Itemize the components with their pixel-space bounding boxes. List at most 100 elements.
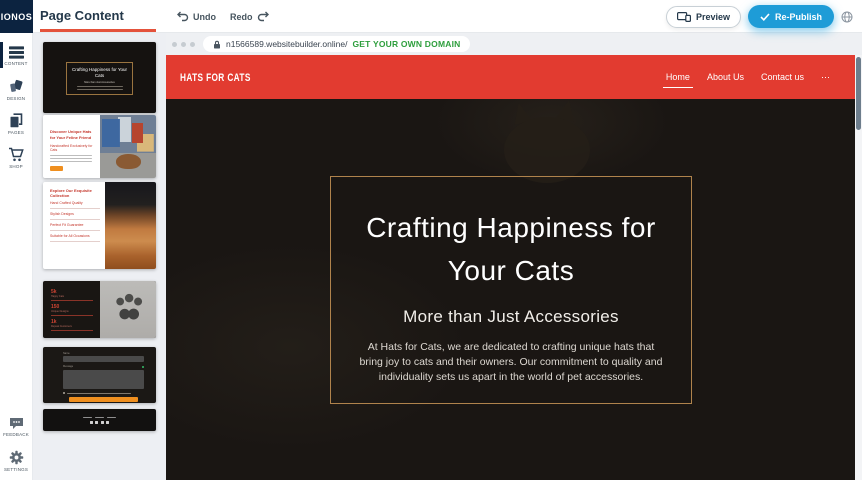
thumb-cat-image xyxy=(105,182,156,269)
site-header: HATS FOR CATS Home About Us Contact us ⋯ xyxy=(166,55,855,99)
hero-subheading[interactable]: More than Just Accessories xyxy=(403,307,619,327)
globe-icon[interactable] xyxy=(841,11,853,23)
thumb-collection-heading: Explore Our Exquisite Collection xyxy=(50,188,100,198)
thumb-text-placeholder xyxy=(67,86,132,90)
thumb-hero-subheading: More than Just Accessories xyxy=(84,81,115,84)
section-thumbnail-feature[interactable]: Discover Unique Hats for Your Feline Fri… xyxy=(43,115,156,178)
nav-item-contact[interactable]: Contact us xyxy=(761,72,804,82)
address-bar[interactable]: n1566589.websitebuilder.online/ GET YOUR… xyxy=(203,36,470,52)
browser-chrome-bar: n1566589.websitebuilder.online/ GET YOUR… xyxy=(166,33,862,55)
redo-label: Redo xyxy=(230,12,253,22)
hero-heading-line2: Your Cats xyxy=(366,249,656,292)
thumb-collection-item: Stylish Designs xyxy=(50,209,100,220)
thumb-collection-item-label: Hand Crafted Quality xyxy=(50,201,100,205)
section-thumbnail-collection[interactable]: Explore Our Exquisite Collection Hand Cr… xyxy=(43,182,156,269)
stat-item: 5k Happy Cats xyxy=(51,289,100,301)
pages-icon xyxy=(9,113,23,128)
thumb-feature-subheading: Handcrafted Exclusively for Cats xyxy=(50,144,95,152)
canvas-scrollbar[interactable] xyxy=(855,55,862,480)
social-icon xyxy=(106,421,109,424)
preview-button[interactable]: Preview xyxy=(666,6,741,28)
thumb-collection-item: Perfect Fit Guarantee xyxy=(50,220,100,231)
thumb-collection-item-label: Suitable for All Occasions xyxy=(50,234,100,238)
site-viewport: HATS FOR CATS Home About Us Contact us ⋯… xyxy=(166,55,855,480)
sidebar: IONOS CONTENT DESIGN PAGES xyxy=(0,0,33,480)
editor-canvas: n1566589.websitebuilder.online/ GET YOUR… xyxy=(166,33,862,480)
sidebar-item-design[interactable]: DESIGN xyxy=(0,73,32,107)
hero-framed-box: Crafting Happiness for Your Cats More th… xyxy=(330,176,692,404)
dog-shape xyxy=(116,154,142,169)
website-builder-app: IONOS CONTENT DESIGN PAGES xyxy=(0,0,862,480)
hero-section[interactable]: Crafting Happiness for Your Cats More th… xyxy=(166,99,855,480)
content-icon xyxy=(9,46,24,59)
thumb-feature-image xyxy=(100,115,156,178)
feedback-icon xyxy=(9,417,24,430)
lock-icon xyxy=(213,40,221,49)
devices-icon xyxy=(677,12,691,22)
form-name-input xyxy=(63,356,144,362)
sidebar-item-label: FEEDBACK xyxy=(3,432,29,437)
undo-redo-group: Undo Redo xyxy=(176,0,270,33)
form-consent-row xyxy=(63,392,144,394)
thumb-text-placeholder xyxy=(50,155,95,162)
nav-item-home[interactable]: Home xyxy=(666,72,690,82)
thumb-collection-item: Suitable for All Occasions xyxy=(50,231,100,242)
thumb-collection-text: Explore Our Exquisite Collection Hand Cr… xyxy=(43,182,105,269)
cart-icon xyxy=(8,147,24,162)
ionos-logo: IONOS xyxy=(0,0,33,33)
form-submit-button xyxy=(69,397,137,402)
thumb-pawprint-image xyxy=(100,281,156,338)
sidebar-item-shop[interactable]: SHOP xyxy=(0,141,32,175)
republish-button[interactable]: Re-Publish xyxy=(748,5,834,28)
section-thumbnail-stats[interactable]: 5k Happy Cats 150 Unique Designs 1k Repe… xyxy=(43,281,156,338)
form-name-label: Name xyxy=(63,352,144,355)
redo-button[interactable]: Redo xyxy=(230,11,270,22)
footer-links-placeholder xyxy=(83,417,116,419)
thumb-collection-item-label: Stylish Designs xyxy=(50,212,100,216)
sidebar-item-feedback[interactable]: FEEDBACK xyxy=(0,410,32,444)
sidebar-item-settings[interactable]: SETTINGS xyxy=(0,444,32,478)
sidebar-item-content[interactable]: CONTENT xyxy=(0,39,32,73)
site-url: n1566589.websitebuilder.online/ xyxy=(226,39,347,49)
thumb-stats-text: 5k Happy Cats 150 Unique Designs 1k Repe… xyxy=(43,281,100,338)
gear-icon xyxy=(9,450,24,465)
undo-button[interactable]: Undo xyxy=(176,11,216,22)
thumb-feature-text: Discover Unique Hats for Your Feline Fri… xyxy=(43,115,100,178)
check-icon xyxy=(760,13,770,21)
form-message-label: Message xyxy=(63,365,73,368)
scrollbar-thumb[interactable] xyxy=(856,57,861,130)
sidebar-item-label: PAGES xyxy=(8,130,24,135)
window-dots xyxy=(172,42,195,47)
hero-body-text[interactable]: At Hats for Cats, we are dedicated to cr… xyxy=(355,340,667,385)
nav-item-about[interactable]: About Us xyxy=(707,72,744,82)
thumb-collection-item-label: Perfect Fit Guarantee xyxy=(50,223,100,227)
sidebar-item-label: SETTINGS xyxy=(4,467,28,472)
undo-label: Undo xyxy=(193,12,216,22)
cat-silhouette xyxy=(504,117,590,183)
get-domain-link[interactable]: GET YOUR OWN DOMAIN xyxy=(352,39,460,49)
panel-title-underline xyxy=(40,29,156,32)
stat-label: Happy Cats xyxy=(51,295,100,298)
hero-heading[interactable]: Crafting Happiness for Your Cats xyxy=(366,206,656,292)
section-thumbnail-footer[interactable] xyxy=(43,409,156,431)
redo-icon xyxy=(257,11,270,22)
sidebar-item-label: DESIGN xyxy=(7,96,25,101)
thumb-collection-item: Hand Crafted Quality xyxy=(50,198,100,209)
required-marker xyxy=(142,366,144,368)
section-thumbnail-hero[interactable]: Crafting Happiness for Your Cats More th… xyxy=(43,42,156,113)
sidebar-bottom: FEEDBACK SETTINGS xyxy=(0,410,32,478)
toolbar-actions: Preview Re-Publish xyxy=(666,0,853,33)
thumb-feature-button xyxy=(50,166,63,171)
sidebar-item-pages[interactable]: PAGES xyxy=(0,107,32,141)
nav-item-more[interactable]: ⋯ xyxy=(821,72,830,83)
section-thumbnail-contact-form[interactable]: Name Message xyxy=(43,347,156,403)
hero-heading-line1: Crafting Happiness for xyxy=(366,206,656,249)
thumb-hero-frame: Crafting Happiness for Your Cats More th… xyxy=(66,62,133,95)
sidebar-item-label: CONTENT xyxy=(4,61,27,66)
top-toolbar: Page Content Undo Redo Preview xyxy=(33,0,862,33)
site-brand[interactable]: HATS FOR CATS xyxy=(180,71,251,84)
footer-social-icons xyxy=(90,421,110,424)
stat-label: Repeat Customers xyxy=(51,325,100,328)
page-content-panel: Crafting Happiness for Your Cats More th… xyxy=(33,33,166,480)
sidebar-nav: CONTENT DESIGN PAGES xyxy=(0,39,32,175)
